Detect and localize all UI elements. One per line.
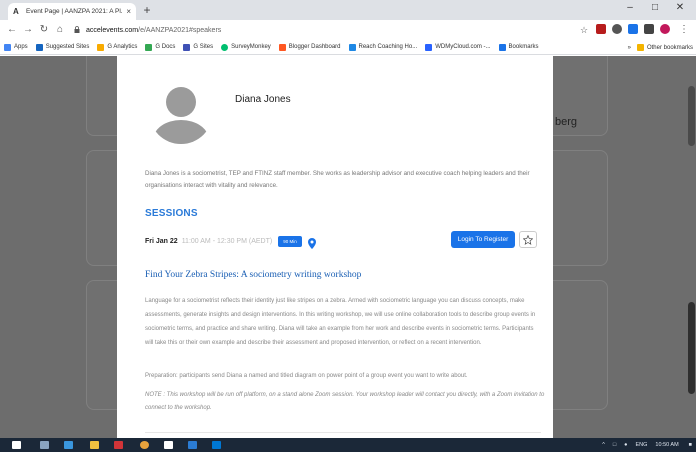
speaker-detail-modal: Diana Jones Diana Jones is a sociometris… bbox=[117, 56, 553, 438]
browser-toolbar: ← → ↻ ⌂ accelevents.com/e/AANZPA2021#spe… bbox=[0, 20, 696, 40]
back-button[interactable]: ← bbox=[6, 23, 18, 37]
forward-button[interactable]: → bbox=[22, 23, 34, 37]
chrome-icon[interactable] bbox=[140, 441, 149, 449]
bookmark-g-docs[interactable]: G Docs bbox=[145, 43, 175, 51]
bookmark-g-analytics[interactable]: G Analytics bbox=[97, 43, 137, 51]
session-preparation: Preparation: participants send Diana a n… bbox=[145, 373, 468, 379]
divider bbox=[145, 432, 541, 433]
pdf-extension-icon[interactable] bbox=[596, 24, 606, 34]
outlook-icon[interactable] bbox=[212, 441, 221, 449]
folder-icon bbox=[636, 44, 644, 51]
tab-close-icon[interactable]: × bbox=[126, 7, 131, 16]
session-description: Language for a sociometrist reflects the… bbox=[145, 298, 536, 346]
bookmark-blogger[interactable]: Blogger Dashboard bbox=[278, 43, 341, 51]
extensions-puzzle-icon[interactable] bbox=[644, 24, 654, 34]
new-tab-button[interactable]: + bbox=[140, 3, 154, 17]
other-bookmarks[interactable]: Other bookmarks bbox=[647, 45, 693, 51]
volume-icon[interactable]: ● bbox=[624, 442, 627, 448]
login-to-register-button[interactable]: Login To Register bbox=[451, 231, 515, 248]
app-icon[interactable] bbox=[164, 441, 173, 449]
scrollbar-thumb[interactable] bbox=[688, 302, 695, 394]
apps-grid-icon bbox=[4, 43, 11, 51]
extension-reader-icon[interactable] bbox=[628, 24, 638, 34]
windows-start-icon[interactable] bbox=[12, 441, 21, 449]
bookmark-apps[interactable]: Apps bbox=[4, 43, 28, 51]
sites-icon bbox=[183, 43, 191, 51]
lock-icon bbox=[74, 25, 80, 35]
browser-menu-icon[interactable]: ⋮ bbox=[678, 23, 690, 37]
home-button[interactable]: ⌂ bbox=[54, 23, 66, 37]
notifications-icon[interactable]: ■ bbox=[689, 442, 692, 448]
bookmark-wdmycloud[interactable]: WDMyCloud.com -... bbox=[425, 43, 491, 51]
accelevents-favicon-icon: A bbox=[13, 7, 19, 16]
suggested-sites-icon bbox=[35, 43, 43, 51]
background-speaker-name: berg bbox=[555, 116, 578, 128]
session-time: 11:00 AM - 12:30 PM (AEDT) bbox=[181, 237, 273, 245]
session-duration-badge: 90 Min bbox=[278, 235, 302, 247]
page-viewport: berg Diana Jones Diana Jones is a sociom… bbox=[0, 56, 696, 438]
bookmark-reach-coaching[interactable]: Reach Coaching Ho... bbox=[348, 43, 417, 51]
app-icon[interactable] bbox=[114, 441, 123, 449]
scrollbar-thumb-secondary[interactable] bbox=[688, 86, 695, 146]
surveymonkey-icon bbox=[221, 43, 229, 51]
url-text: accelevents.com/e/AANZPA2021#speakers bbox=[86, 26, 222, 34]
file-explorer-icon[interactable] bbox=[90, 441, 99, 449]
reach-coaching-icon bbox=[348, 43, 356, 51]
session-note: NOTE : This workshop will be run off pla… bbox=[145, 392, 545, 411]
speaker-bio: Diana Jones is a sociometrist, TEP and F… bbox=[145, 170, 530, 189]
bookmark-star-icon[interactable]: ☆ bbox=[578, 23, 590, 37]
bookmark-surveymonkey[interactable]: SurveyMonkey bbox=[221, 43, 271, 51]
analytics-icon bbox=[97, 43, 105, 51]
google-g-icon bbox=[278, 43, 286, 51]
edge-icon[interactable] bbox=[64, 441, 73, 449]
windows-taskbar: ^ □ ● ENG 10:50 AM ■ bbox=[0, 438, 696, 452]
clock[interactable]: 10:50 AM bbox=[655, 442, 678, 448]
star-outline-icon bbox=[523, 234, 533, 245]
tab-strip: A Event Page | AANZPA 2021: A Pl... × + … bbox=[0, 0, 696, 20]
scrollbar-track[interactable] bbox=[687, 56, 696, 438]
language-indicator[interactable]: ENG bbox=[636, 442, 648, 448]
maximize-button[interactable]: □ bbox=[645, 2, 665, 13]
reload-button[interactable]: ↻ bbox=[38, 23, 50, 37]
bookmark-bookmarks[interactable]: Bookmarks bbox=[498, 43, 539, 51]
browser-tab[interactable]: A Event Page | AANZPA 2021: A Pl... × bbox=[8, 3, 136, 20]
address-bar[interactable]: accelevents.com/e/AANZPA2021#speakers bbox=[74, 23, 602, 37]
window-close-button[interactable]: ✕ bbox=[670, 2, 690, 13]
drive-icon bbox=[145, 43, 153, 51]
session-date: Fri Jan 22 bbox=[145, 237, 178, 245]
bookmarks-overflow: » Other bookmarks bbox=[628, 40, 693, 55]
star-icon bbox=[498, 43, 506, 51]
task-view-icon[interactable] bbox=[40, 441, 49, 449]
bookmark-suggested-sites[interactable]: Suggested Sites bbox=[35, 43, 89, 51]
word-icon[interactable] bbox=[188, 441, 197, 449]
session-title-link[interactable]: Find Your Zebra Stripes: A sociometry wr… bbox=[145, 270, 361, 280]
cloud-icon bbox=[425, 43, 433, 51]
network-icon[interactable]: □ bbox=[613, 442, 616, 448]
minimize-button[interactable]: – bbox=[620, 2, 640, 13]
extension-icon[interactable] bbox=[612, 24, 622, 34]
bookmark-g-sites[interactable]: G Sites bbox=[183, 43, 213, 51]
system-tray: ^ □ ● ENG 10:50 AM ■ bbox=[602, 438, 692, 452]
tab-title: Event Page | AANZPA 2021: A Pl... bbox=[26, 8, 124, 15]
speaker-name: Diana Jones bbox=[235, 94, 291, 105]
bookmarks-bar: Apps Suggested Sites G Analytics G Docs … bbox=[0, 40, 696, 55]
speaker-avatar bbox=[149, 80, 213, 144]
profile-avatar[interactable] bbox=[660, 24, 670, 34]
favorite-star-button[interactable] bbox=[519, 231, 537, 248]
sessions-heading: SESSIONS bbox=[145, 208, 198, 219]
tray-chevron-icon[interactable]: ^ bbox=[602, 442, 605, 448]
bookmarks-overflow-chevron[interactable]: » bbox=[628, 45, 631, 51]
location-pin-icon[interactable] bbox=[307, 236, 316, 249]
